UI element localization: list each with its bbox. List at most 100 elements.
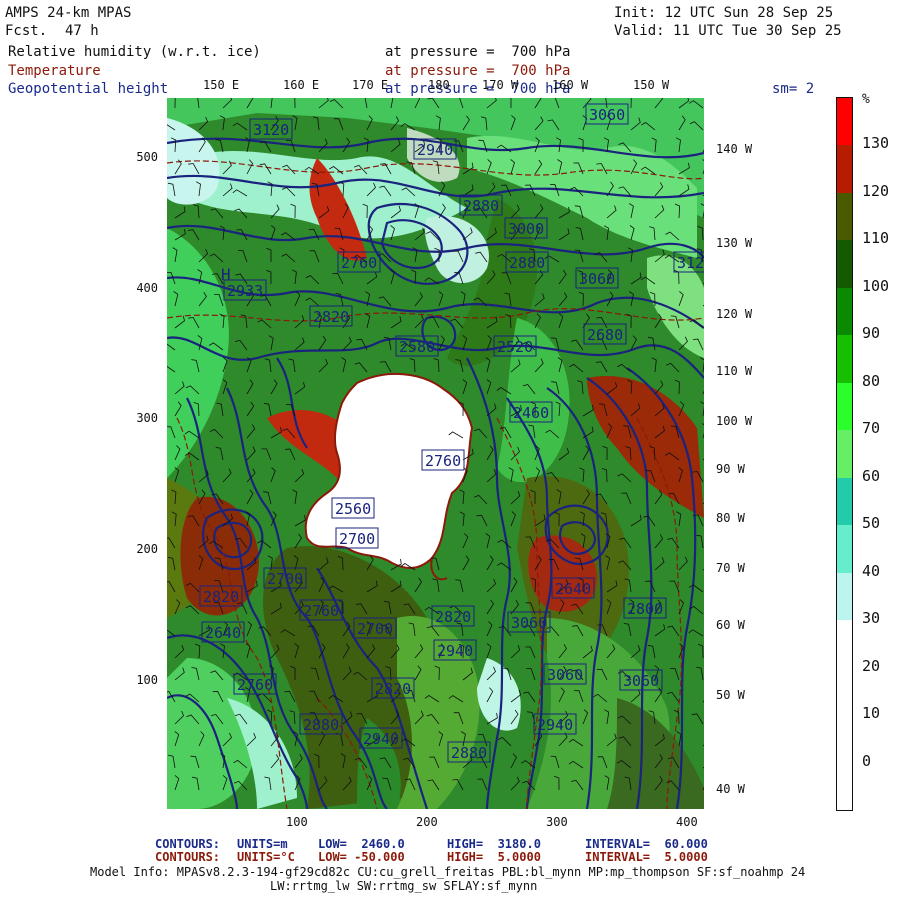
y-tick-label: 500 <box>136 150 158 164</box>
contour-label: 2760 <box>425 452 461 470</box>
right-lon-label: 90 W <box>716 462 745 476</box>
x-tick-label: 400 <box>676 815 698 829</box>
contour-label: 2880 <box>509 254 545 272</box>
colorbar-label: 50 <box>862 514 881 533</box>
colorbar-cell <box>837 477 852 526</box>
x-tick-label: 100 <box>286 815 308 829</box>
colorbar-label: 20 <box>862 656 881 675</box>
smoothing-label: sm= 2 <box>772 81 815 97</box>
contour-label: 2760 <box>303 602 339 620</box>
colorbar-label: 40 <box>862 561 881 580</box>
forecast-hour: 47 h <box>65 23 99 39</box>
footer-temp-units: UNITS=°C <box>237 850 295 864</box>
colorbar-cell <box>837 98 852 146</box>
colorbar-label: 100 <box>862 276 890 295</box>
colorbar-cell <box>837 287 852 336</box>
top-lon-label: 160 E <box>283 78 320 92</box>
map-canvas: 3120 3060 2940 2880 3000 2760 2880 3060 3120 2933… <box>167 98 704 809</box>
contour-label: 3060 <box>589 106 625 124</box>
contour-label: 3060 <box>579 270 615 288</box>
colorbar-label: 0 <box>862 751 872 770</box>
colorbar-label: 130 <box>862 134 890 153</box>
init-time: Init: 12 UTC Sun 28 Sep 25 <box>614 5 834 21</box>
contour-label: 3120 <box>677 254 704 272</box>
contour-label: 2940 <box>437 642 473 660</box>
footer-temp-low: LOW= -50.000 <box>318 850 405 864</box>
right-lon-label: 60 W <box>716 618 745 632</box>
y-tick-label: 100 <box>136 673 158 687</box>
top-lon-label: 170 E <box>352 78 389 92</box>
x-tick-label: 200 <box>416 815 438 829</box>
contour-label: 2880 <box>463 197 499 215</box>
contour-label: 2580 <box>399 338 435 356</box>
contour-label: 2880 <box>303 716 339 734</box>
contour-label: 2820 <box>375 680 411 698</box>
contour-label: 3000 <box>508 220 544 238</box>
contour-label: 2640 <box>555 580 591 598</box>
right-lon-label: 70 W <box>716 561 745 575</box>
colorbar-label: 120 <box>862 181 890 200</box>
colorbar-cell <box>837 382 852 431</box>
field-temp-pressure: at pressure = 700 hPa <box>385 63 571 79</box>
contour-label: 2933 <box>227 282 263 300</box>
top-lon-label: 180 <box>428 78 450 92</box>
colorbar-cell <box>837 667 852 716</box>
colorbar-cell <box>837 335 852 384</box>
contour-label: 2820 <box>203 588 239 606</box>
contour-label: 2760 <box>341 254 377 272</box>
right-lon-label: 40 W <box>716 782 745 796</box>
contour-label: 2700 <box>339 530 375 548</box>
contour-label: 2800 <box>627 600 663 618</box>
right-lon-label: 100 W <box>716 414 753 428</box>
field-height-name: Geopotential height <box>8 81 169 97</box>
model-title: AMPS 24-km MPAS <box>5 5 132 21</box>
top-lon-label: 150 E <box>203 78 240 92</box>
contour-label: 2820 <box>435 608 471 626</box>
colorbar-label: 60 <box>862 466 881 485</box>
colorbar-cell <box>837 145 852 194</box>
colorbar-label: 110 <box>862 229 890 248</box>
contour-label: 2940 <box>537 716 573 734</box>
top-lon-label: 160 W <box>552 78 589 92</box>
right-lon-label: 120 W <box>716 307 753 321</box>
contour-label: 3060 <box>623 672 659 690</box>
contour-label: 2700 <box>357 620 393 638</box>
contour-label: 2820 <box>313 308 349 326</box>
colorbar-label: 10 <box>862 704 881 723</box>
right-lon-label: 110 W <box>716 364 753 378</box>
contour-label: 2640 <box>205 624 241 642</box>
valid-time: Valid: 11 UTC Tue 30 Sep 25 <box>614 23 842 39</box>
colorbar-label: 30 <box>862 609 881 628</box>
field-temp-name: Temperature <box>8 63 101 79</box>
forecast-label: Fcst. <box>5 23 48 39</box>
contour-label: 2680 <box>587 326 623 344</box>
map-panel: 3120 3060 2940 2880 3000 2760 2880 3060 3120 2933… <box>167 98 704 809</box>
right-lon-label: 140 W <box>716 142 753 156</box>
contour-label: 2520 <box>497 338 533 356</box>
y-tick-label: 400 <box>136 281 158 295</box>
colorbar-unit: % <box>862 92 870 107</box>
high-pressure-marker: H <box>221 265 231 284</box>
colorbar-cell <box>837 430 852 479</box>
contour-label: 3060 <box>547 666 583 684</box>
top-lon-label: 150 W <box>633 78 670 92</box>
colorbar-cell <box>837 240 852 289</box>
y-tick-label: 300 <box>136 411 158 425</box>
field-rh-name: Relative humidity (w.r.t. ice) <box>8 44 261 60</box>
contour-label: 2560 <box>335 500 371 518</box>
right-lon-label: 50 W <box>716 688 745 702</box>
contour-label: 2700 <box>267 570 303 588</box>
footer-temp-label: CONTOURS: <box>155 850 221 864</box>
model-info-line1: Model Info: MPASv8.2.3-194-gf29cd82c CU:… <box>90 865 806 879</box>
colorbar-label: 90 <box>862 324 881 343</box>
y-tick-label: 200 <box>136 542 158 556</box>
top-lon-label: 170 W <box>482 78 519 92</box>
colorbar-label: 70 <box>862 419 881 438</box>
contour-label: 2760 <box>237 676 273 694</box>
humidity-colorbar <box>836 97 853 811</box>
x-tick-label: 300 <box>546 815 568 829</box>
footer-temp-interval: INTERVAL= 5.0000 <box>585 850 708 864</box>
right-lon-label: 80 W <box>716 511 745 525</box>
field-rh-pressure: at pressure = 700 hPa <box>385 44 571 60</box>
colorbar-cell <box>837 715 852 764</box>
